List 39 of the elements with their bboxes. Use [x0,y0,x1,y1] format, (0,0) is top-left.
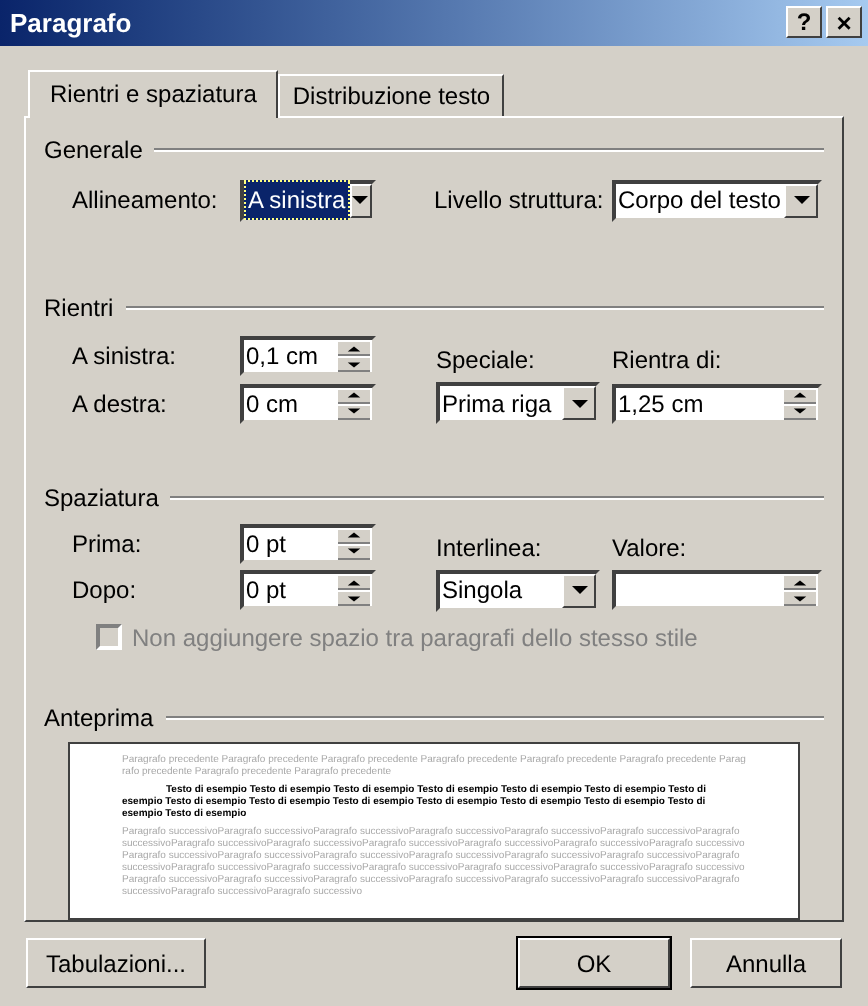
dialog-button[interactable]: Annulla [690,938,842,989]
tab[interactable]: Rientri e spaziatura [28,69,279,118]
field-label: A destra: [70,387,169,422]
field-label: Allineamento: [70,184,220,219]
field-label: Valore: [612,531,689,566]
field-label: A sinistra: [70,340,179,375]
close-button[interactable]: × [826,6,862,39]
dropdown[interactable]: Prima riga [436,382,600,425]
dropdown[interactable]: A sinistra [240,179,376,222]
field-label: Rientra di: [612,344,724,379]
dropdown[interactable]: Singola [436,569,600,612]
tab[interactable]: Distribuzione testo [278,73,505,116]
section-title: Generale [44,133,143,168]
window-title: Paragrafo [8,5,132,42]
section-title: Anteprima [44,701,154,736]
spin-arrows[interactable] [784,574,816,607]
section-title: Rientri [44,292,114,327]
field-label: Prima: [70,527,144,562]
help-button[interactable]: ? [786,6,822,39]
field-label: Dopo: [70,574,139,609]
spin-arrows[interactable] [338,574,370,607]
spin-arrows[interactable] [338,527,370,560]
checkbox-label: Non aggiungere spazio tra paragrafi dello stesso stile [132,621,698,656]
dialog-button[interactable]: OK [518,938,670,989]
dialog-button[interactable]: Tabulazioni... [26,938,206,989]
section-title: Spaziatura [44,481,159,516]
spin-box[interactable]: 0 pt [240,570,376,611]
spin-box[interactable]: 1,25 cm [612,383,822,424]
field-label: Livello struttura: [434,184,606,219]
field-label: Interlinea: [436,531,544,566]
spin-box[interactable]: 0 pt [240,523,376,564]
spin-box[interactable]: 0,1 cm [240,336,376,377]
spin-box[interactable]: 0 cm [240,383,376,424]
dropdown[interactable]: Corpo del testo [612,179,822,222]
field-label: Speciale: [436,344,537,379]
spin-arrows[interactable] [338,387,370,420]
spin-arrows[interactable] [784,387,816,420]
spin-box[interactable] [612,570,822,611]
spin-arrows[interactable] [338,340,370,373]
